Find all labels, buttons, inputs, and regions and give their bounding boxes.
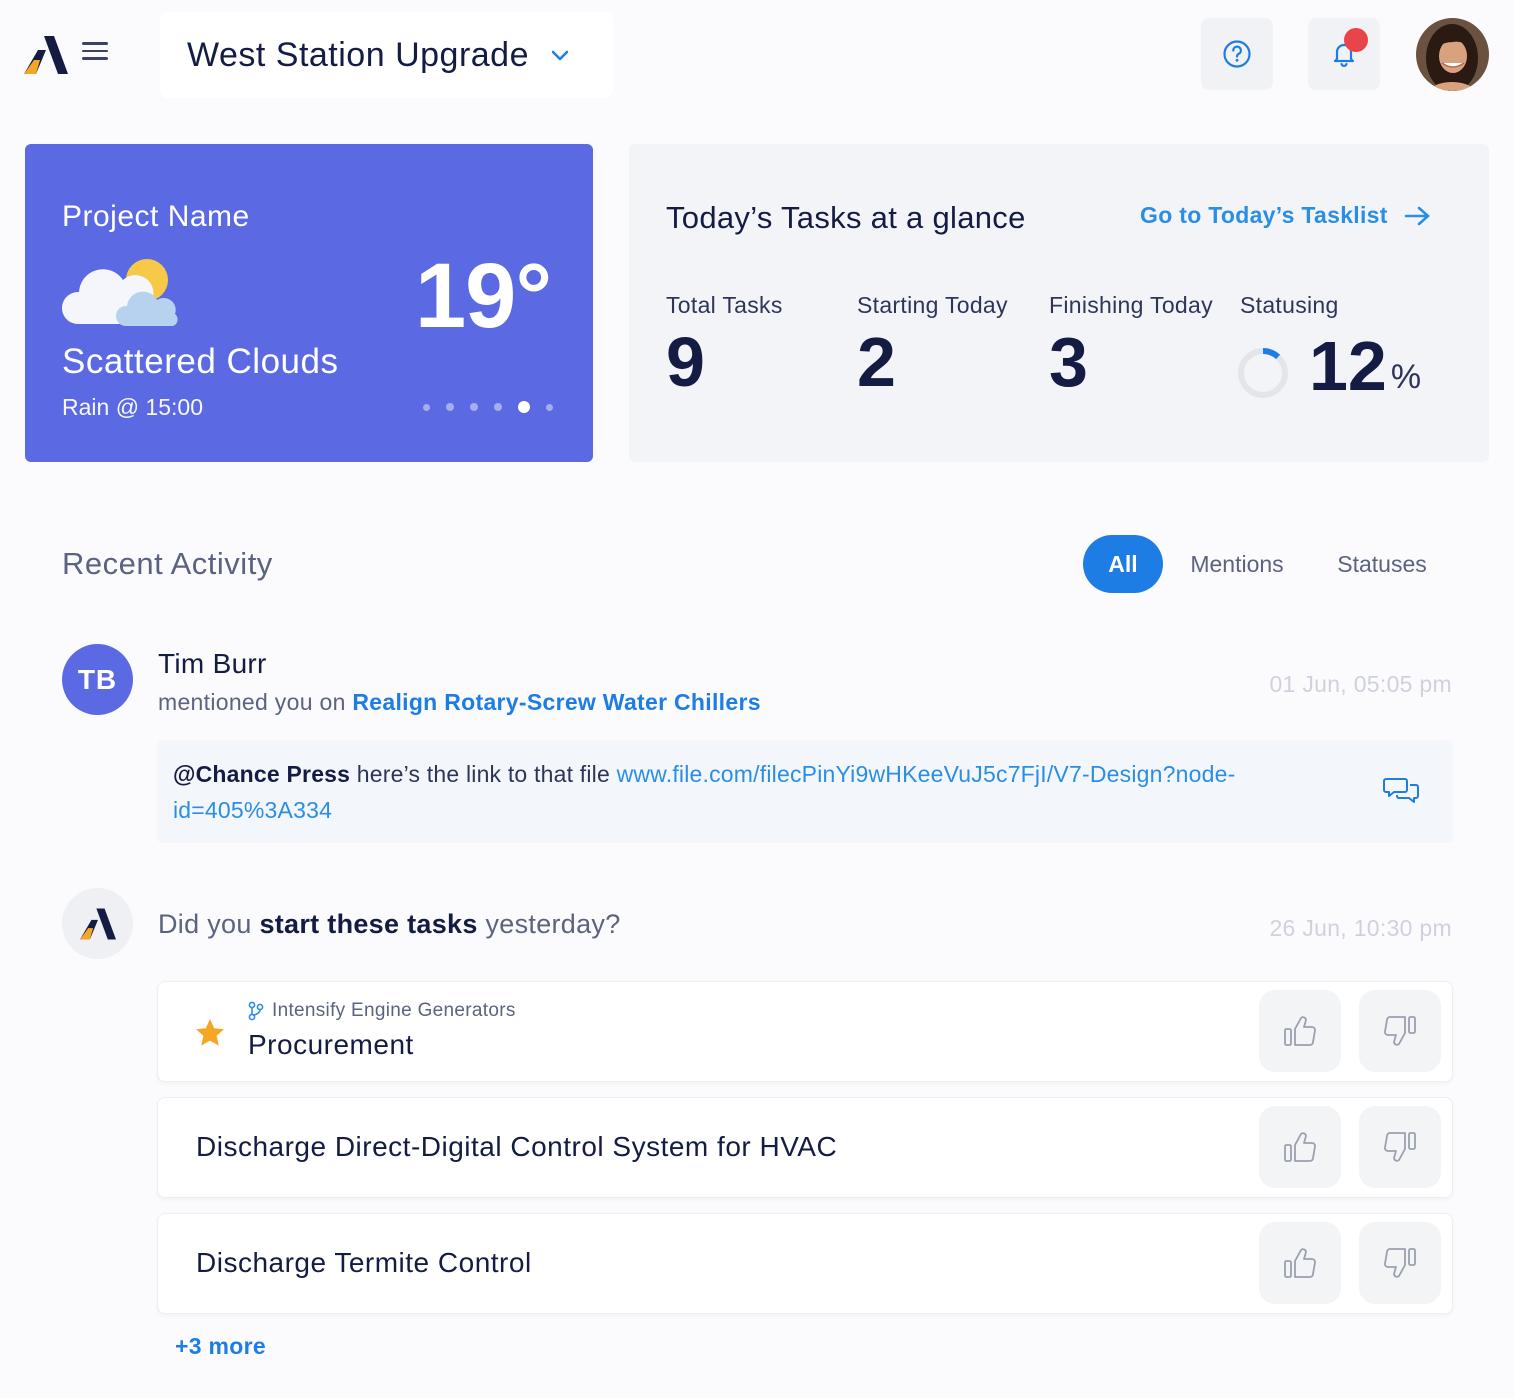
thumbs-down-icon [1384, 1132, 1416, 1162]
branch-icon [248, 1001, 264, 1021]
task-name: Procurement [248, 1029, 414, 1060]
thumbs-up-icon [1284, 1248, 1316, 1278]
star-icon[interactable] [194, 1017, 226, 1049]
stat-label: Starting Today [857, 292, 1008, 318]
app-logo[interactable] [24, 36, 68, 74]
stat-value: 9 [666, 323, 705, 401]
show-more-tasks-link[interactable]: +3 more [175, 1333, 266, 1360]
arrow-right-icon [1404, 206, 1430, 225]
project-title: West Station Upgrade [187, 35, 529, 74]
thumbs-down-button[interactable] [1359, 990, 1441, 1072]
notifications-button[interactable] [1308, 18, 1380, 90]
weather-condition: Scattered Clouds [62, 342, 339, 381]
app-bot-avatar [62, 888, 133, 959]
carousel-dots [423, 401, 569, 413]
weather-card: Project Name 19° Scattered Clouds Rain @… [25, 144, 593, 462]
avatar[interactable]: TB [62, 644, 133, 715]
go-to-tasklist-link[interactable]: Go to Today’s Tasklist [1140, 202, 1432, 229]
temperature: 19° [415, 245, 552, 347]
activity-timestamp: 01 Jun, 05:05 pm [1269, 671, 1452, 697]
activity-description: mentioned you on Realign Rotary-Screw Wa… [158, 689, 761, 716]
stat-statusing: Statusing 12 % [1235, 292, 1421, 401]
thumbs-down-button[interactable] [1359, 1222, 1441, 1304]
stat-starting-today: Starting Today 2 [857, 292, 1008, 397]
stat-value: 3 [1049, 323, 1088, 401]
user-mention[interactable]: @Chance Press [173, 761, 350, 787]
tab-all[interactable]: All [1083, 535, 1163, 593]
carousel-dot[interactable] [423, 403, 430, 411]
carousel-dot[interactable] [546, 403, 553, 411]
bot-question-emphasis: start these tasks [259, 909, 478, 939]
task-card[interactable]: Intensify Engine Generators Procurement [157, 981, 1453, 1082]
thumbs-down-icon [1384, 1016, 1416, 1046]
project-selector[interactable]: West Station Upgrade [160, 12, 613, 98]
partly-cloudy-icon [61, 259, 178, 326]
tab-mentions[interactable]: Mentions [1170, 535, 1304, 593]
thumbs-down-icon [1384, 1248, 1416, 1278]
comment-box: @Chance Press here’s the link to that fi… [157, 740, 1453, 843]
notification-badge [1344, 28, 1368, 52]
help-button[interactable] [1201, 18, 1273, 90]
hamburger-menu-icon[interactable] [82, 38, 112, 68]
comment-text: @Chance Press here’s the link to that fi… [173, 756, 1293, 828]
thumbs-up-icon [1284, 1016, 1316, 1046]
thumbs-up-button[interactable] [1259, 990, 1341, 1072]
activity-author: Tim Burr [158, 648, 267, 679]
stat-label: Total Tasks [666, 292, 783, 318]
thumbs-up-button[interactable] [1259, 1222, 1341, 1304]
help-circle-icon [1223, 40, 1251, 68]
activity-task-link[interactable]: Realign Rotary-Screw Water Chillers [352, 689, 760, 715]
stat-value: 12 [1309, 327, 1387, 405]
weather-forecast: Rain @ 15:00 [62, 394, 203, 420]
task-parent: Intensify Engine Generators [248, 1000, 516, 1022]
tab-statuses[interactable]: Statuses [1318, 535, 1446, 593]
stat-value: 2 [857, 323, 896, 401]
task-card[interactable]: Discharge Direct-Digital Control System … [157, 1097, 1453, 1198]
carousel-dot[interactable] [470, 403, 478, 411]
activity-timestamp: 26 Jun, 10:30 pm [1269, 915, 1452, 941]
activity-action: mentioned you on [158, 689, 346, 715]
carousel-dot[interactable] [446, 403, 454, 411]
stat-label: Finishing Today [1049, 292, 1213, 318]
user-avatar[interactable] [1416, 18, 1489, 91]
weather-project-name: Project Name [62, 200, 250, 233]
recent-activity-title: Recent Activity [62, 546, 273, 581]
tasks-glance-title: Today’s Tasks at a glance [666, 200, 1026, 235]
thumbs-up-icon [1284, 1132, 1316, 1162]
carousel-dot-active[interactable] [518, 401, 530, 413]
bot-question-end: yesterday? [477, 909, 621, 939]
bot-question-start: Did you [158, 909, 260, 939]
task-card[interactable]: Discharge Termite Control [157, 1213, 1453, 1314]
stat-total-tasks: Total Tasks 9 [666, 292, 783, 397]
thumbs-up-button[interactable] [1259, 1106, 1341, 1188]
stat-label: Statusing [1240, 292, 1339, 318]
reply-chat-icon[interactable] [1383, 775, 1419, 807]
task-parent-name: Intensify Engine Generators [272, 1000, 516, 1021]
task-name: Discharge Direct-Digital Control System … [196, 1131, 838, 1162]
stat-unit: % [1390, 358, 1422, 396]
thumbs-down-button[interactable] [1359, 1106, 1441, 1188]
go-to-tasklist-label: Go to Today’s Tasklist [1140, 202, 1388, 228]
bot-question: Did you start these tasks yesterday? [158, 909, 621, 940]
task-name: Discharge Termite Control [196, 1247, 532, 1278]
progress-ring [1238, 348, 1288, 398]
tasks-glance-card: Today’s Tasks at a glance Go to Today’s … [629, 144, 1489, 462]
comment-body: here’s the link to that file [350, 761, 617, 787]
stat-finishing-today: Finishing Today 3 [1049, 292, 1213, 397]
carousel-dot[interactable] [494, 403, 502, 411]
chevron-down-icon [551, 50, 569, 61]
app-logo-icon [79, 907, 116, 940]
